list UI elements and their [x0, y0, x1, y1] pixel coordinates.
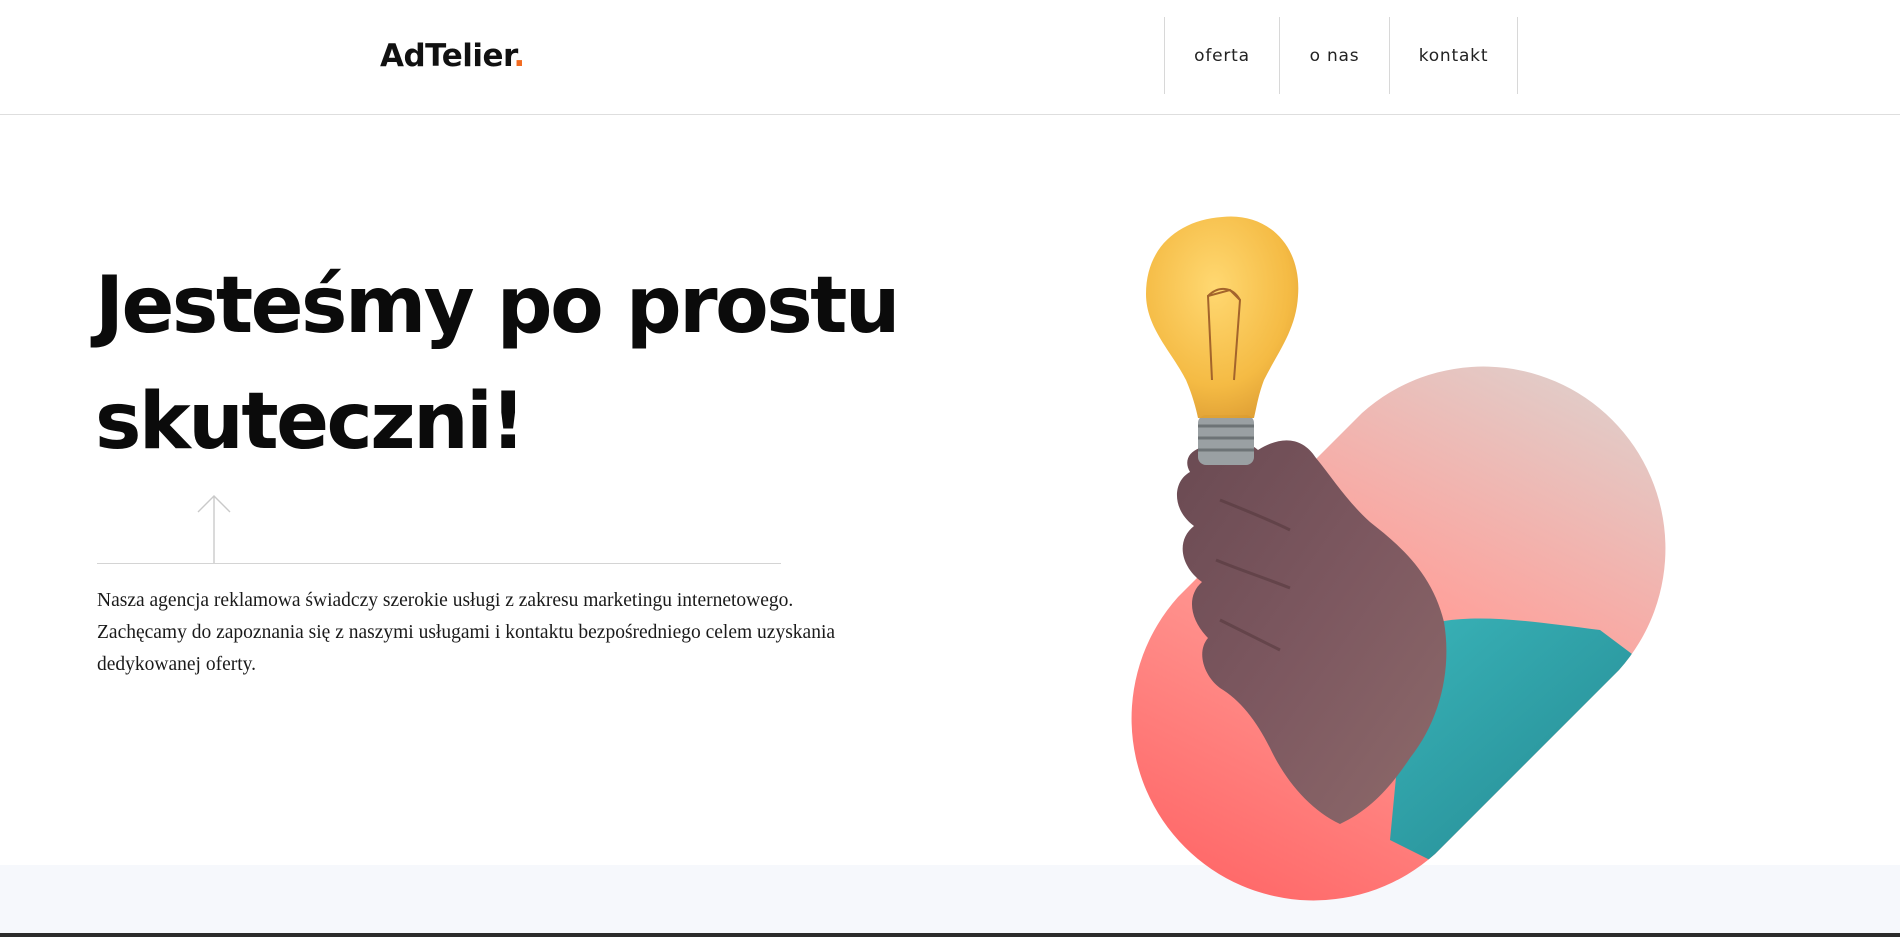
logo-dot: . — [513, 38, 525, 74]
page: AdTelier. oferta o nas kontakt Jesteśmy … — [0, 0, 1900, 937]
hero-description-line-1: Nasza agencja reklamowa świadczy szeroki… — [97, 590, 794, 611]
hero-description-line-2: Zachęcamy do zapoznania się z naszymi us… — [97, 622, 836, 643]
bulb-base — [1198, 415, 1254, 465]
site-header: AdTelier. oferta o nas kontakt — [0, 0, 1900, 115]
bulb-glass — [1146, 216, 1299, 418]
logo[interactable]: AdTelier. — [380, 36, 525, 76]
nav-item-o-nas[interactable]: o nas — [1280, 17, 1390, 94]
hero-divider — [97, 563, 781, 564]
nav-item-oferta[interactable]: oferta — [1165, 17, 1280, 94]
nav-item-kontakt[interactable]: kontakt — [1390, 17, 1518, 94]
hero-description-line-3: dedykowanej oferty. — [97, 654, 257, 675]
arrow-up-icon[interactable] — [194, 494, 234, 566]
main-nav: oferta o nas kontakt — [1164, 17, 1518, 94]
hero-title-line-1: Jesteśmy po prostu — [95, 261, 900, 351]
lightbulb-hand-illustration — [1131, 216, 1666, 901]
hero-title: Jesteśmy po prostu skuteczni! — [95, 248, 975, 480]
hero-title-line-2: skuteczni! — [95, 377, 526, 467]
hero-description: Nasza agencja reklamowa świadczy szeroki… — [97, 585, 917, 681]
logo-text: AdTelier — [380, 38, 514, 74]
